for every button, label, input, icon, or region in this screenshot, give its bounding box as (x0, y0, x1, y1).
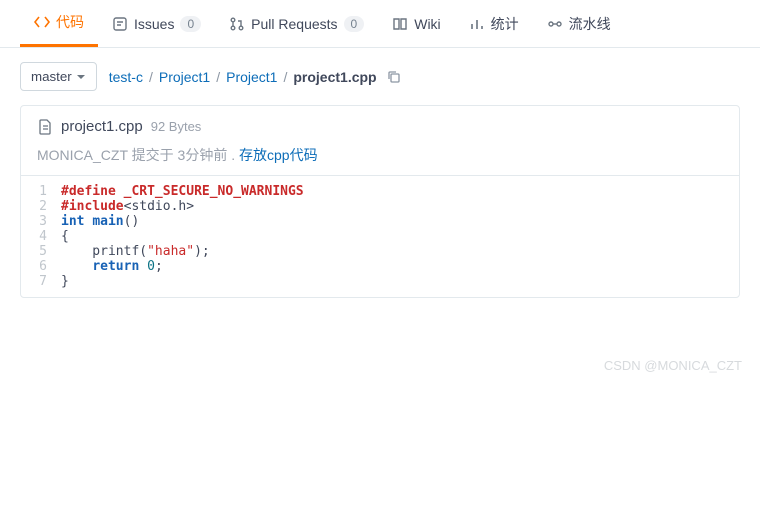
line-number: 1 (21, 184, 61, 199)
tab-label: Wiki (414, 16, 440, 32)
breadcrumb-project1-inner[interactable]: Project1 (226, 69, 277, 85)
code-line: 7} (21, 274, 739, 289)
file-name: project1.cpp (61, 118, 143, 135)
file-header: project1.cpp 92 Bytes MONICA_CZT 提交于 3分钟… (21, 106, 739, 175)
line-number: 4 (21, 229, 61, 244)
tab-label: 代码 (56, 12, 84, 32)
code-line: 2#include<stdio.h> (21, 199, 739, 214)
commit-message[interactable]: 存放cpp代码 (239, 147, 318, 163)
issues-icon (112, 16, 128, 32)
breadcrumb-root[interactable]: test-c (109, 69, 143, 85)
commit-author: MONICA_CZT (37, 147, 128, 163)
tab-wiki[interactable]: Wiki (378, 4, 454, 44)
code-line: 5 printf("haha"); (21, 244, 739, 259)
breadcrumb-current: project1.cpp (293, 69, 376, 85)
commit-info: MONICA_CZT 提交于 3分钟前 . 存放cpp代码 (37, 145, 723, 165)
branch-name: master (31, 69, 72, 84)
tab-label: Pull Requests (251, 16, 337, 32)
code-line: 1#define _CRT_SECURE_NO_WARNINGS (21, 184, 739, 199)
breadcrumb-sep: / (149, 69, 153, 85)
stats-icon (469, 16, 485, 32)
line-number: 7 (21, 274, 61, 289)
repo-tabs: 代码 Issues 0 Pull Requests 0 Wiki 统计 流水线 (0, 0, 760, 48)
file-size: 92 Bytes (151, 119, 202, 134)
tab-code[interactable]: 代码 (20, 0, 98, 47)
commit-prefix: 提交于 (132, 147, 174, 163)
chevron-down-icon (76, 72, 86, 82)
tab-label: Issues (134, 16, 174, 32)
tab-stats[interactable]: 统计 (455, 2, 533, 46)
commit-time: 3分钟前 (178, 147, 228, 163)
branch-selector[interactable]: master (20, 62, 97, 91)
line-number: 5 (21, 244, 61, 259)
tab-pipeline[interactable]: 流水线 (533, 2, 625, 46)
code-icon (34, 14, 50, 30)
breadcrumb: test-c / Project1 / Project1 / project1.… (109, 69, 401, 85)
breadcrumb-sep: / (283, 69, 287, 85)
code-line: 6 return 0; (21, 259, 739, 274)
issues-count: 0 (180, 16, 201, 32)
tab-issues[interactable]: Issues 0 (98, 4, 215, 44)
tab-label: 统计 (491, 14, 519, 34)
line-number: 2 (21, 199, 61, 214)
line-number: 3 (21, 214, 61, 229)
breadcrumb-project1[interactable]: Project1 (159, 69, 210, 85)
file-icon (37, 119, 53, 135)
code-line: 3int main() (21, 214, 739, 229)
toolbar: master test-c / Project1 / Project1 / pr… (0, 48, 760, 105)
pulls-count: 0 (344, 16, 365, 32)
copy-path-icon[interactable] (387, 70, 401, 84)
wiki-icon (392, 16, 408, 32)
tab-pulls[interactable]: Pull Requests 0 (215, 4, 378, 44)
breadcrumb-sep: / (216, 69, 220, 85)
watermark: CSDN @MONICA_CZT (0, 318, 760, 379)
line-number: 6 (21, 259, 61, 274)
pipeline-icon (547, 16, 563, 32)
file-box: project1.cpp 92 Bytes MONICA_CZT 提交于 3分钟… (20, 105, 740, 298)
code-area: 1#define _CRT_SECURE_NO_WARNINGS 2#inclu… (21, 175, 739, 297)
code-line: 4{ (21, 229, 739, 244)
tab-label: 流水线 (569, 14, 611, 34)
commit-dot: . (231, 147, 235, 163)
pull-request-icon (229, 16, 245, 32)
